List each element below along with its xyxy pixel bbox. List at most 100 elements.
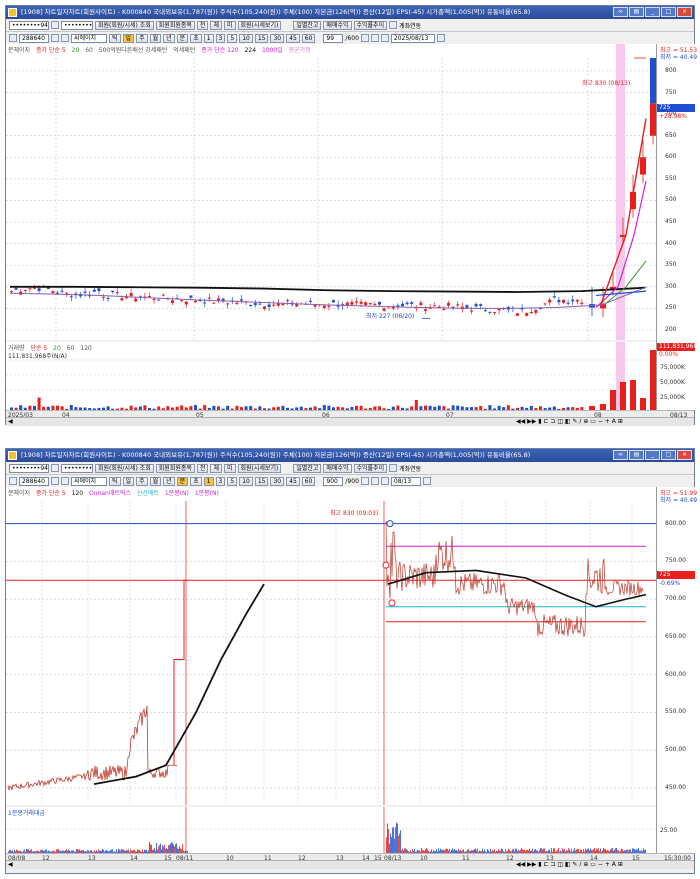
dropdown-icon[interactable]	[51, 477, 59, 485]
account-input[interactable]: ••••••••94	[9, 463, 49, 473]
date-input[interactable]: 2025/08/13	[390, 33, 435, 43]
trade-profit-button[interactable]: 매매수익	[323, 463, 352, 473]
link-icon[interactable]: ∞	[613, 7, 628, 17]
interval-45[interactable]: 45	[286, 33, 300, 43]
period-tick[interactable]: 틱	[109, 476, 121, 486]
search-icon[interactable]	[61, 34, 69, 42]
interval-30[interactable]: 30	[270, 33, 285, 43]
close-button[interactable]: ×	[677, 7, 692, 17]
chart-scrollbar[interactable]: ◀ ◀◀ ▶▶ ▮ ⊏ ⊐ ◫ ◧ ✎ ∕ ⊕ ▭ − + A ⊞	[6, 417, 694, 426]
window-title-bar[interactable]: [1908] 차트일자차트(회원사이트) - K000840 국내외보유(1,7…	[6, 449, 694, 462]
interval-60[interactable]: 60	[301, 33, 316, 43]
period-week[interactable]: 주	[136, 33, 148, 43]
chart-nav-controls[interactable]: ◀◀ ▶▶ ▮ ⊏ ⊐ ◫ ◧ ✎ ∕ ⊕ ▭ − + A ⊞	[516, 418, 623, 425]
interval-30[interactable]: 30	[270, 476, 285, 486]
print-icon[interactable]: ▤	[629, 450, 644, 460]
calendar-icon[interactable]	[422, 477, 431, 485]
chart-nav-controls[interactable]: ◀◀ ▶▶ ▮ ⊏ ⊐ ◫ ◧ ✎ ∕ ⊕ ▭ − + A ⊞	[516, 861, 623, 868]
interval-1[interactable]: 1	[203, 476, 214, 486]
unfilled-button[interactable]: 미	[223, 463, 236, 473]
interval-5[interactable]: 5	[227, 476, 238, 486]
period-day[interactable]: 일	[122, 476, 135, 486]
interval-5[interactable]: 5	[227, 33, 238, 43]
unfilled-button[interactable]: 미	[223, 20, 236, 30]
period-second[interactable]: 초	[190, 33, 202, 43]
view-quote-button[interactable]: 회원(시세보기)	[237, 463, 282, 473]
maximize-button[interactable]: □	[661, 7, 676, 17]
member-stock-button[interactable]: 회원회원종목	[155, 463, 195, 473]
member-stock-button[interactable]: 회원회원종목	[155, 20, 195, 30]
search-icon[interactable]	[61, 477, 69, 485]
view-quote-button[interactable]: 회원(시세보기)	[237, 20, 282, 30]
close-button[interactable]: ×	[677, 450, 692, 460]
interval-10[interactable]: 10	[239, 33, 253, 43]
calendar-icon[interactable]	[436, 34, 445, 42]
date-input[interactable]: 08/13	[390, 476, 421, 486]
minute-volume-chart[interactable]: 1분봉거래대금	[6, 807, 656, 853]
all-button[interactable]: 전	[196, 463, 209, 473]
scroll-left-icon[interactable]: ◀	[8, 861, 13, 868]
stock-name-field[interactable]: 씨에이치	[71, 33, 107, 43]
count-input[interactable]: 900	[323, 476, 344, 486]
save-icon[interactable]	[370, 34, 379, 42]
period-year[interactable]: 년	[163, 33, 175, 43]
profit-trend-button[interactable]: 수익률추이	[353, 20, 388, 30]
interval-3[interactable]: 3	[215, 476, 226, 486]
minute-price-chart[interactable]: 분체이지 종가 단순 5 120 Ounan매트릭스 신선매트 1분봉(N) 1…	[6, 487, 656, 805]
minimize-button[interactable]: _	[645, 450, 660, 460]
period-month[interactable]: 월	[149, 476, 162, 486]
period-minute[interactable]: 분	[176, 33, 189, 43]
minimize-button[interactable]: _	[645, 7, 660, 17]
dropdown-icon[interactable]	[51, 21, 59, 29]
interval-10[interactable]: 10	[239, 476, 253, 486]
interval-15[interactable]: 15	[254, 33, 269, 43]
period-second[interactable]: 초	[190, 476, 202, 486]
inquiry-button[interactable]: 회원(회원/시세) 조회	[95, 20, 154, 30]
password-input[interactable]: ••••••••	[61, 20, 93, 30]
interval-15[interactable]: 15	[254, 476, 269, 486]
interval-45[interactable]: 45	[286, 476, 300, 486]
dropdown-icon[interactable]	[51, 464, 59, 472]
settings-icon[interactable]	[380, 477, 389, 485]
price-chart[interactable]: 분체이지 종가 단순 5 20 60 500억원다른배선 강세패턴 억세패턴 종…	[6, 44, 656, 340]
save-icon[interactable]	[370, 477, 379, 485]
all-button[interactable]: 전	[196, 20, 209, 30]
period-year[interactable]: 년	[163, 476, 175, 486]
count-input[interactable]: 99	[323, 33, 344, 43]
inquiry-button[interactable]: 회원(회원/시세) 조회	[95, 463, 154, 473]
account-link-checkbox[interactable]	[389, 21, 398, 29]
link-icon[interactable]: ∞	[613, 450, 628, 460]
period-week[interactable]: 주	[136, 476, 148, 486]
trade-profit-button[interactable]: 매매수익	[323, 20, 352, 30]
period-month[interactable]: 월	[149, 33, 162, 43]
print-icon[interactable]: ▤	[629, 7, 644, 17]
account-link-checkbox[interactable]	[389, 464, 398, 472]
search-icon[interactable]	[9, 34, 17, 42]
period-day[interactable]: 일	[122, 33, 135, 43]
stock-name-field[interactable]: 씨에이치	[71, 476, 107, 486]
scroll-left-icon[interactable]: ◀	[8, 418, 13, 425]
pencil-icon[interactable]	[360, 34, 369, 42]
chart-scrollbar[interactable]: ◀ ◀◀ ▶▶ ▮ ⊏ ⊐ ◫ ◧ ✎ ∕ ⊕ ▭ − + A ⊞	[6, 860, 694, 869]
stock-code-input[interactable]: 288640	[19, 476, 49, 486]
maximize-button[interactable]: □	[661, 450, 676, 460]
password-input[interactable]: ••••••••	[61, 463, 93, 473]
stock-code-input[interactable]: 288640	[19, 33, 49, 43]
interval-60[interactable]: 60	[301, 476, 316, 486]
daily-balance-button[interactable]: 일별잔고	[293, 20, 322, 30]
period-minute[interactable]: 분	[176, 476, 189, 486]
volume-chart[interactable]: 거래량 단순 5 20 60 120 111,831,968주(N/A)	[6, 342, 656, 410]
account-input[interactable]: ••••••••94	[9, 20, 49, 30]
window-title-bar[interactable]: [1908] 차트일자차트(회원사이트) - K000840 국내외보유(1,7…	[6, 6, 694, 19]
filled-button[interactable]: 체	[210, 463, 222, 473]
filled-button[interactable]: 체	[210, 20, 222, 30]
dropdown-icon[interactable]	[51, 34, 59, 42]
interval-1[interactable]: 1	[203, 33, 214, 43]
period-tick[interactable]: 틱	[109, 33, 121, 43]
settings-icon[interactable]	[380, 34, 389, 42]
daily-balance-button[interactable]: 일별잔고	[293, 463, 322, 473]
profit-trend-button[interactable]: 수익률추이	[353, 463, 388, 473]
interval-3[interactable]: 3	[215, 33, 226, 43]
pencil-icon[interactable]	[360, 477, 369, 485]
search-icon[interactable]	[9, 477, 17, 485]
